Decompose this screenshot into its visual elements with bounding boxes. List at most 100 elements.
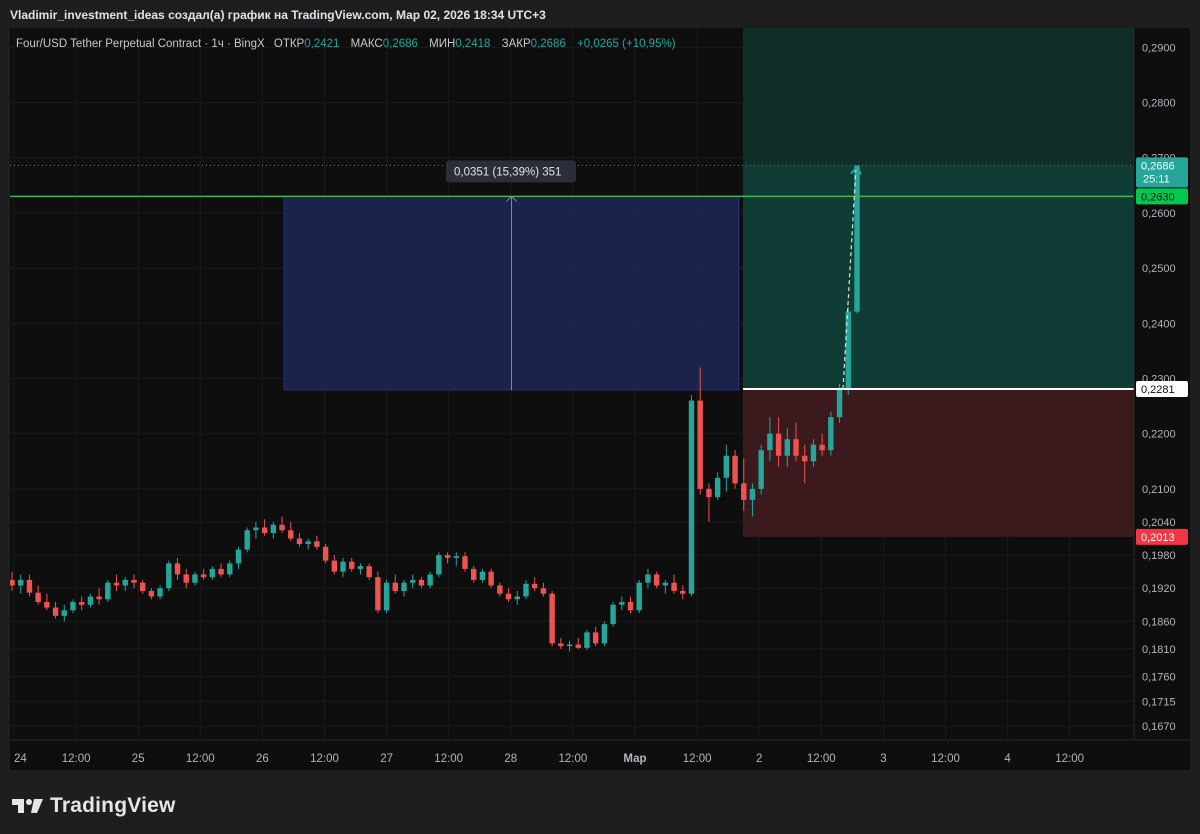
time-tick-label: 24: [14, 753, 27, 765]
candle-body: [235, 549, 242, 564]
price-tick-label: 0,2100: [1142, 484, 1176, 496]
legend-open: 0,2421: [304, 38, 339, 50]
candle-body: [322, 546, 329, 561]
candle-body: [61, 610, 67, 616]
candle-body: [819, 444, 825, 451]
legend-high-label: МАКС: [351, 38, 383, 50]
candle-body: [270, 524, 277, 534]
candle-body: [18, 579, 24, 586]
candle-body: [10, 579, 15, 586]
candle-body: [793, 439, 799, 456]
take-profit-zone[interactable]: [743, 165, 1134, 389]
entry-price-tag: 0,2281: [1136, 380, 1188, 397]
candle-body: [523, 583, 529, 597]
time-tick-label: 12:00: [1055, 753, 1084, 765]
candle-body: [357, 566, 364, 569]
candle-body: [26, 579, 33, 593]
candle-body: [653, 574, 660, 586]
candle-body: [166, 563, 172, 589]
candle-body: [44, 602, 50, 608]
price-tick-label: 0,1670: [1142, 721, 1176, 733]
candle-body: [645, 574, 651, 583]
candle-body: [714, 477, 721, 498]
candle-body: [627, 602, 634, 611]
price-tick-label: 0,2900: [1142, 42, 1176, 54]
candle-body: [340, 561, 346, 572]
candle-body: [349, 561, 355, 569]
stop-loss-zone[interactable]: [743, 388, 1134, 537]
candle-body: [828, 417, 834, 451]
candle-body: [52, 607, 59, 616]
candle-body: [540, 588, 547, 594]
candle-body: [688, 400, 695, 594]
measure-label: 0,0351 (15,39%) 351: [446, 160, 576, 183]
time-tick-label: 12:00: [807, 753, 836, 765]
time-tick-label: 2: [756, 753, 762, 765]
candle-countdown: 25:11: [1143, 173, 1170, 185]
candle-body: [113, 582, 120, 586]
price-tick-label: 0,2800: [1142, 98, 1176, 110]
candle-body: [531, 583, 538, 589]
candle-body: [671, 582, 677, 591]
time-tick-label: 12:00: [434, 753, 463, 765]
candle-body: [488, 571, 494, 586]
legend-low: 0,2418: [455, 38, 490, 50]
candle-body: [697, 400, 703, 489]
candle-body: [244, 530, 250, 550]
candle-body: [575, 644, 581, 648]
candle-body: [105, 582, 111, 600]
candle-body: [279, 524, 285, 531]
candle-body: [479, 571, 486, 580]
candle-body: [418, 579, 425, 586]
candle-body: [619, 602, 625, 605]
candle-body: [305, 541, 311, 545]
candle-body: [218, 568, 224, 575]
candle-body: [444, 555, 451, 558]
candle-body: [296, 538, 303, 545]
candle-body: [70, 602, 76, 611]
legend-high: 0,2686: [383, 38, 418, 50]
candle-body: [35, 592, 41, 603]
candle-body: [854, 165, 860, 312]
stop-price-tag: 0,2013: [1136, 528, 1188, 545]
time-axis[interactable]: 24 12:00 25 12:00 26 12:00 27 12:00 28 12:00 Мар 12…: [14, 753, 1084, 765]
legend-close: 0,2686: [531, 38, 566, 50]
candle-body: [78, 602, 85, 605]
candle-body: [87, 596, 94, 605]
candle-body: [200, 574, 207, 578]
candle-body: [183, 574, 189, 583]
candle-body: [427, 574, 433, 586]
legend-line: Four/USD Tether Perpetual Contract · 1ч …: [16, 38, 676, 50]
tradingview-logo[interactable]: TradingView: [12, 794, 176, 818]
candle-body: [723, 455, 730, 478]
candle-body: [758, 450, 764, 489]
candle-body: [749, 488, 756, 500]
candle-body: [436, 555, 442, 575]
price-tick-label: 0,1980: [1142, 550, 1176, 562]
time-tick-label: 4: [1004, 753, 1011, 765]
candle-body: [836, 389, 843, 418]
candle-body: [192, 574, 198, 583]
candle-body: [261, 527, 268, 534]
target-price-tag: 0,2630: [1136, 188, 1188, 205]
time-tick-label: 12:00: [186, 753, 215, 765]
price-tick-label: 0,2200: [1142, 429, 1176, 441]
candle-body: [453, 556, 459, 558]
chart-legend: Four/USD Tether Perpetual Contract · 1ч …: [16, 38, 676, 50]
time-tick-label: 3: [880, 753, 886, 765]
candle-body: [174, 563, 181, 575]
candle-body: [157, 588, 163, 597]
price-tick-label: 0,1860: [1142, 616, 1176, 628]
take-profit-zone-upper[interactable]: [743, 28, 1134, 166]
last-price-tag: 0,2686 25:11: [1136, 157, 1188, 188]
candle-body: [314, 541, 320, 547]
candlestick-chart[interactable]: 0,0351 (15,39%) 351 Four/USD Tether Perp…: [10, 28, 1190, 770]
candle-body: [383, 582, 390, 611]
target-price-value: 0,2630: [1141, 191, 1175, 203]
entry-price-value: 0,2281: [1141, 384, 1175, 396]
stop-price-value: 0,2013: [1141, 532, 1175, 544]
price-tick-label: 0,2400: [1142, 318, 1176, 330]
candle-body: [741, 483, 747, 500]
price-tick-label: 0,1760: [1142, 672, 1176, 684]
candle-body: [514, 596, 520, 600]
